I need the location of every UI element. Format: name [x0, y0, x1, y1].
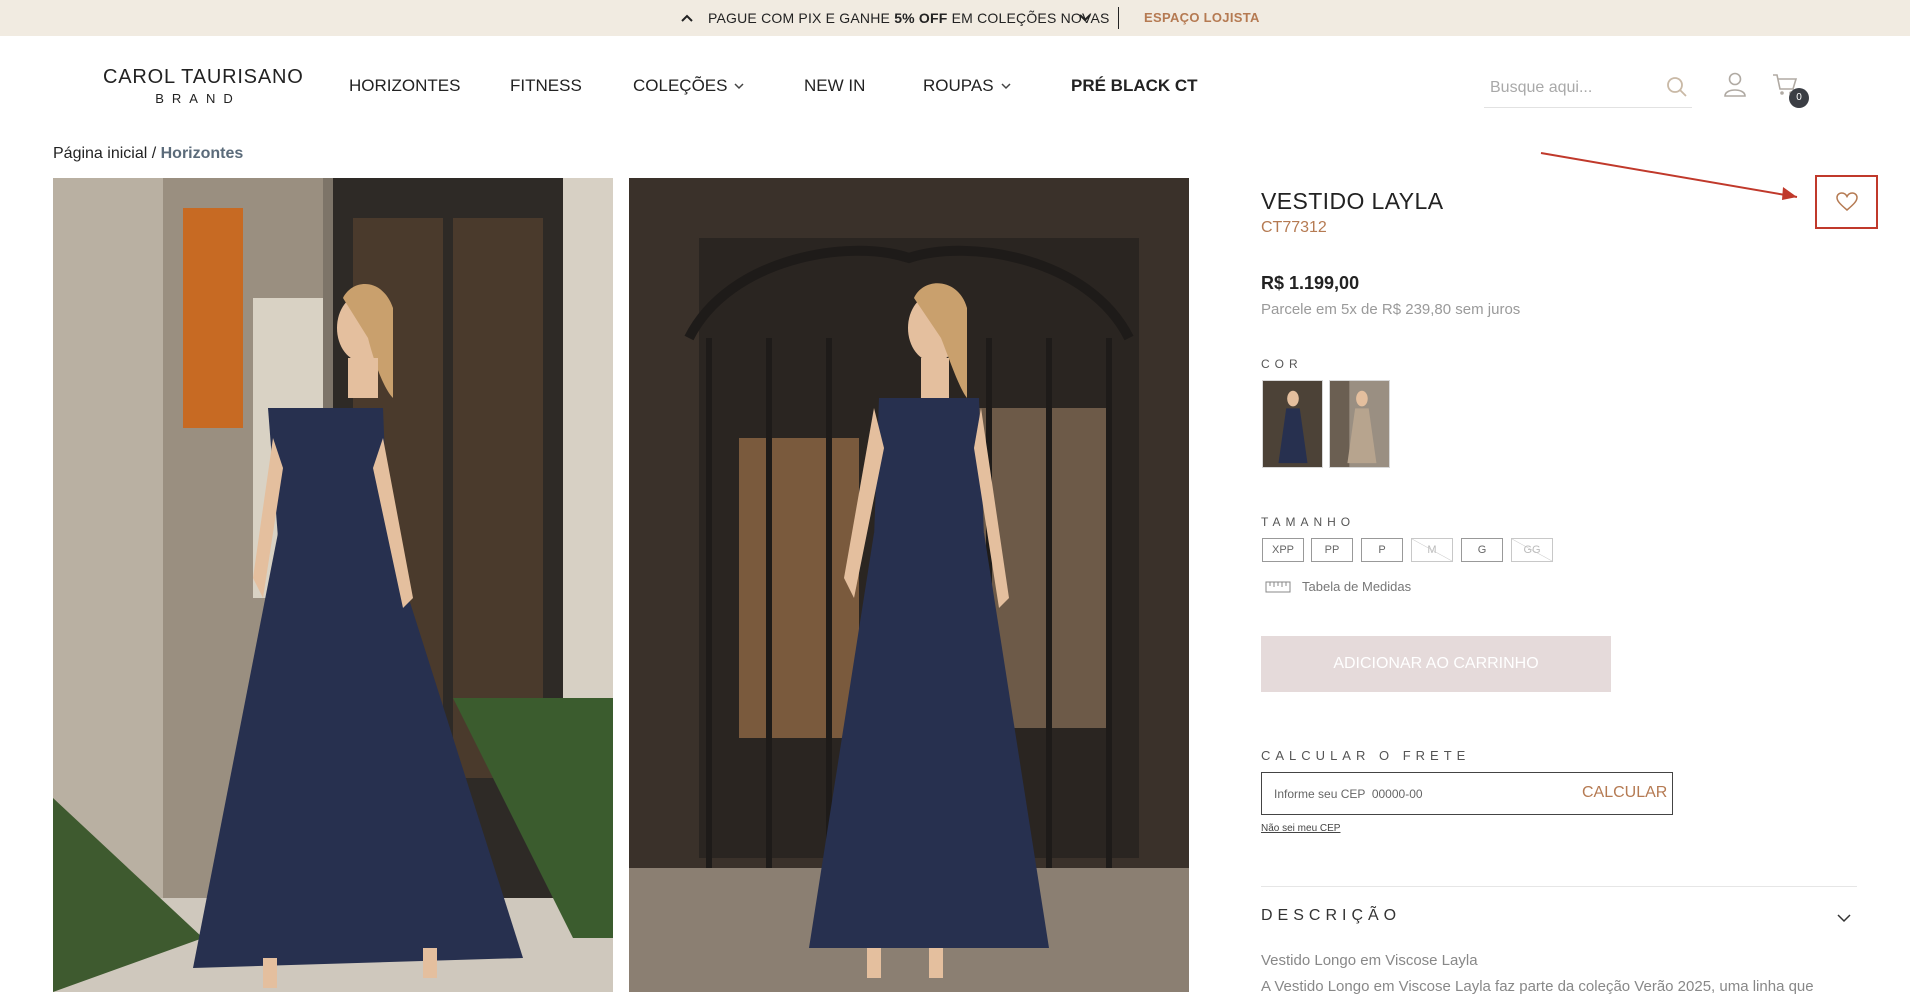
shipping-label: CALCULAR O FRETE: [1261, 748, 1471, 763]
product-title: VESTIDO LAYLA: [1261, 188, 1444, 214]
user-icon[interactable]: [1723, 72, 1747, 98]
ruler-icon: [1265, 581, 1291, 593]
annotation-arrow: [1540, 152, 1798, 200]
cep-form: CALCULAR: [1261, 772, 1673, 815]
nav-item-new-in[interactable]: NEW IN: [804, 76, 865, 96]
nav-item-fitness[interactable]: FITNESS: [510, 76, 582, 96]
size-label: TAMANHO: [1261, 515, 1356, 529]
calculate-shipping-button[interactable]: CALCULAR: [1582, 784, 1667, 802]
chevron-down-icon: [734, 83, 745, 90]
chevron-down-icon[interactable]: [1836, 911, 1852, 925]
color-swatch-navy[interactable]: [1262, 380, 1323, 468]
product-sku: CT77312: [1261, 219, 1327, 236]
installments-text: Parcele em 5x de R$ 239,80 sem juros: [1261, 301, 1521, 318]
description-text: A Vestido Longo em Viscose Layla faz par…: [1261, 978, 1814, 995]
cep-input[interactable]: [1274, 783, 1554, 805]
chevron-up-icon[interactable]: [680, 11, 694, 25]
promo-divider: [1118, 7, 1119, 29]
search-box: [1484, 70, 1692, 108]
nav-item-horizontes[interactable]: HORIZONTES: [349, 76, 460, 96]
description-header[interactable]: DESCRIÇÃO: [1261, 907, 1401, 925]
chevron-down-icon: [1001, 83, 1011, 90]
promo-message: PAGUE COM PIX E GANHE 5% OFF EM COLEÇÕES…: [708, 10, 1110, 26]
product-photo-1[interactable]: [53, 178, 613, 992]
breadcrumb-home[interactable]: Página inicial: [53, 145, 147, 162]
nav-item-pre-black-ct[interactable]: PRÉ BLACK CT: [1071, 76, 1198, 96]
cart-count-badge: 0: [1789, 88, 1809, 108]
promo-bar: PAGUE COM PIX E GANHE 5% OFF EM COLEÇÕES…: [0, 0, 1910, 36]
wishlist-button[interactable]: [1815, 175, 1878, 229]
color-swatch-sand[interactable]: [1329, 380, 1390, 468]
color-label: COR: [1261, 357, 1303, 371]
search-input[interactable]: [1490, 76, 1650, 100]
nav-item-roupas[interactable]: ROUPAS: [923, 76, 1012, 96]
heart-icon: [1835, 192, 1858, 211]
brand-logo[interactable]: CAROL TAURISANO BRAND: [103, 66, 304, 106]
size-table-link[interactable]: Tabela de Medidas: [1302, 579, 1411, 594]
size-option-pp[interactable]: PP: [1311, 538, 1353, 562]
nav-item-colecoes[interactable]: COLEÇÕES: [633, 76, 745, 96]
chevron-down-icon[interactable]: [1078, 11, 1092, 25]
breadcrumb-current[interactable]: Horizontes: [161, 145, 244, 162]
breadcrumb: Página inicial / Horizontes: [53, 145, 243, 163]
product-price: R$ 1.199,00: [1261, 273, 1360, 293]
size-option-p[interactable]: P: [1361, 538, 1403, 562]
add-to-cart-button[interactable]: ADICIONAR AO CARRINHO: [1261, 636, 1611, 692]
size-option-gg[interactable]: GG: [1511, 538, 1553, 562]
product-photo-2[interactable]: [629, 178, 1189, 992]
logo-name: CAROL TAURISANO: [103, 66, 304, 88]
size-option-m[interactable]: M: [1411, 538, 1453, 562]
search-icon[interactable]: [1666, 76, 1688, 98]
description-divider: [1261, 886, 1857, 887]
size-option-g[interactable]: G: [1461, 538, 1503, 562]
size-option-xpp[interactable]: XPP: [1262, 538, 1304, 562]
cep-help-link[interactable]: Não sei meu CEP: [1261, 823, 1340, 834]
espaco-lojista-link[interactable]: ESPAÇO LOJISTA: [1144, 10, 1260, 25]
description-text: Vestido Longo em Viscose Layla: [1261, 952, 1478, 969]
logo-subtitle: BRAND: [155, 91, 241, 106]
breadcrumb-separator: /: [147, 145, 161, 162]
